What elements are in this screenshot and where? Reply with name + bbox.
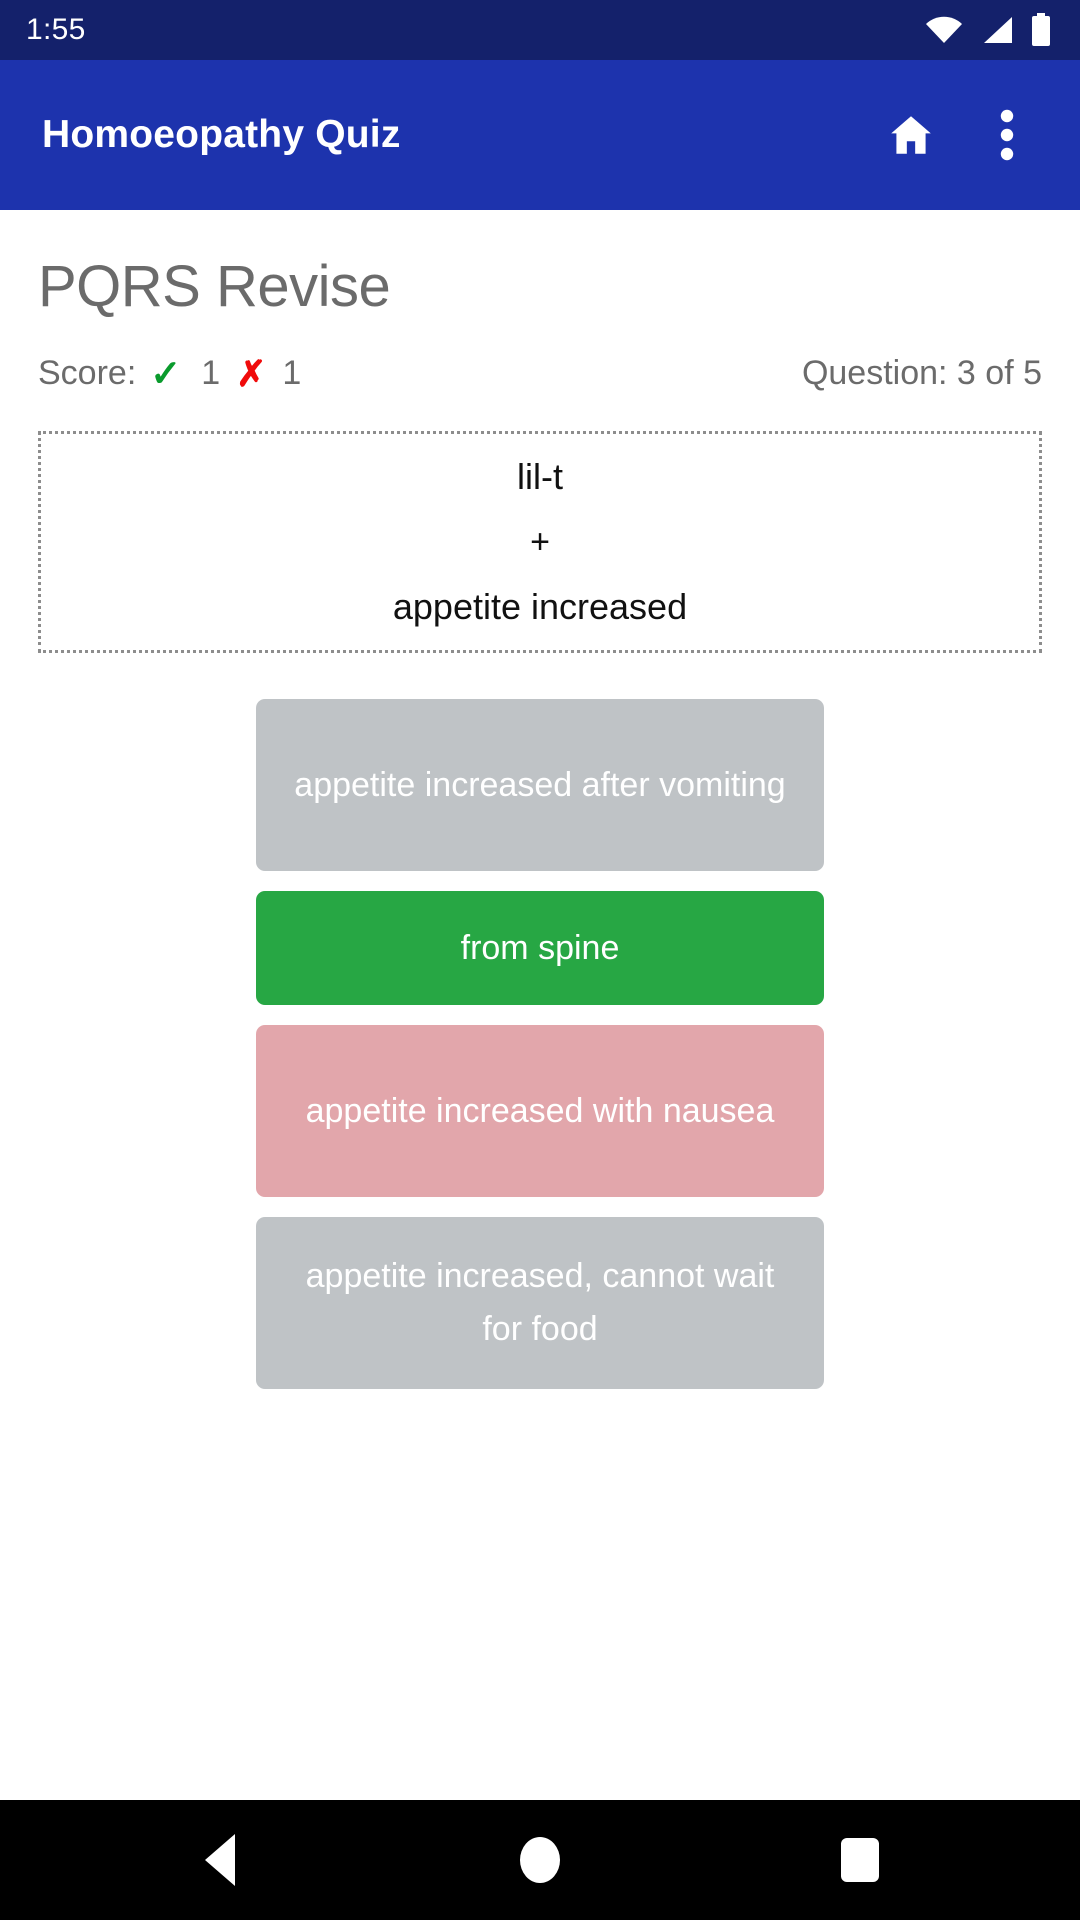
answer-option-3[interactable]: appetite increased with nausea [256, 1025, 824, 1197]
question-operator: + [530, 523, 550, 561]
answer-option-2[interactable]: from spine [256, 891, 824, 1005]
back-icon [205, 1834, 235, 1886]
answer-option-4[interactable]: appetite increased, cannot wait for food [256, 1217, 824, 1389]
home-circle-icon [520, 1837, 560, 1883]
answer-option-1[interactable]: appetite increased after vomiting [256, 699, 824, 871]
app-bar: Homoeopathy Quiz [0, 60, 1080, 210]
phone-screen: 1:55 Homoeopathy Quiz PQRS Revise Score:… [0, 0, 1080, 1920]
question-card: lil-t + appetite increased [38, 431, 1042, 653]
app-bar-title: Homoeopathy Quiz [42, 113, 401, 156]
overflow-menu-icon [1000, 108, 1014, 162]
score-display: Score: ✓ 1 ✗ 1 [38, 354, 301, 393]
nav-recents-button[interactable] [795, 1800, 925, 1920]
cellular-signal-icon [980, 15, 1014, 45]
check-icon: ✓ [150, 353, 182, 394]
question-remedy: lil-t [517, 456, 563, 497]
quiz-content: PQRS Revise Score: ✓ 1 ✗ 1 Question: 3 o… [0, 210, 1080, 1800]
quiz-meta-row: Score: ✓ 1 ✗ 1 Question: 3 of 5 [38, 354, 1042, 393]
page-title: PQRS Revise [38, 254, 391, 319]
overflow-menu-button[interactable] [964, 92, 1050, 178]
app-bar-actions [868, 92, 1050, 178]
score-label: Score: [38, 354, 137, 392]
answer-options: appetite increased after vomiting from s… [38, 699, 1042, 1389]
question-symptom: appetite increased [392, 586, 688, 627]
android-nav-bar [0, 1800, 1080, 1920]
wifi-icon [924, 15, 964, 45]
status-clock: 1:55 [26, 13, 86, 46]
recents-square-icon [841, 1838, 879, 1882]
nav-back-button[interactable] [155, 1800, 285, 1920]
battery-icon [1030, 13, 1052, 47]
home-button[interactable] [868, 92, 954, 178]
status-bar: 1:55 [0, 0, 1080, 60]
status-icons [924, 13, 1052, 47]
home-icon [886, 110, 936, 160]
wrong-count: 1 [282, 354, 302, 392]
correct-count: 1 [201, 354, 221, 392]
cross-icon: ✗ [236, 352, 267, 394]
nav-home-button[interactable] [475, 1800, 605, 1920]
question-counter: Question: 3 of 5 [801, 354, 1042, 392]
